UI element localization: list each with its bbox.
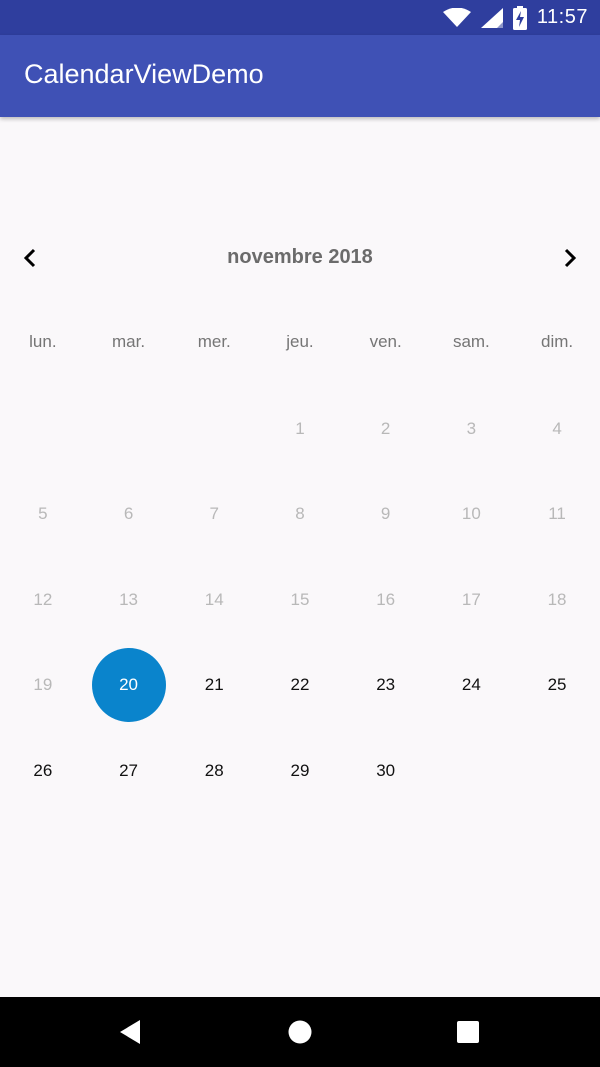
day-cell: 10	[429, 472, 515, 558]
day-number: 7	[209, 504, 219, 524]
day-number: 5	[38, 504, 48, 524]
day-number: 19	[33, 675, 53, 695]
day-number[interactable]: 25	[520, 648, 594, 722]
week-row: 26 27 28 29 30	[0, 728, 600, 814]
day-number: 18	[547, 589, 567, 609]
day-cell: 8	[257, 472, 343, 558]
day-cell: 2	[343, 386, 429, 472]
day-cell: 13	[86, 557, 172, 643]
day-number: 10	[461, 504, 481, 524]
day-cell: 6	[86, 472, 172, 558]
day-number: 14	[204, 589, 224, 609]
home-button[interactable]	[282, 1014, 318, 1050]
weekday-label: mar.	[112, 332, 146, 351]
day-number[interactable]: 22	[263, 648, 337, 722]
day-cell	[86, 386, 172, 472]
day-cell: 14	[171, 557, 257, 643]
back-button[interactable]	[112, 1014, 148, 1050]
day-cell: 26	[0, 728, 86, 814]
day-number: 12	[33, 589, 53, 609]
day-cell: 15	[257, 557, 343, 643]
week-row: 19 20 21 22 23 24 25	[0, 643, 600, 729]
day-number: 15	[290, 589, 310, 609]
signal-icon	[480, 7, 503, 28]
day-cell: 24	[429, 643, 515, 729]
day-cell: 21	[171, 643, 257, 729]
day-cell: 18	[514, 557, 600, 643]
day-cell: 25	[514, 643, 600, 729]
weekday-label: lun.	[29, 332, 57, 351]
recents-icon	[457, 1021, 479, 1043]
day-cell: 12	[0, 557, 86, 643]
day-cell	[0, 386, 86, 472]
day-cell: 17	[429, 557, 515, 643]
day-number: 8	[295, 504, 305, 524]
day-cell: 7	[171, 472, 257, 558]
status-icons: 11:57	[442, 0, 588, 35]
day-number[interactable]: 28	[177, 734, 251, 808]
calendar-grid: 1 2 3 4 5 6 7 8 9 10 11 12 13 14 15 16 17 18 19 20 21 22 23 24 2…	[0, 386, 600, 814]
weekday-label: mer.	[197, 332, 231, 351]
day-number[interactable]: 29	[263, 734, 337, 808]
selected-day[interactable]: 20	[91, 648, 166, 723]
day-number[interactable]: 27	[92, 734, 166, 808]
day-cell: 20	[86, 643, 172, 729]
day-number: 2	[380, 418, 391, 438]
weekday-label: jeu.	[286, 332, 314, 351]
day-number[interactable]: 26	[6, 734, 80, 808]
month-label: novembre 2018	[227, 246, 373, 268]
day-cell: 22	[257, 643, 343, 729]
next-month-button[interactable]	[552, 240, 588, 276]
week-row: 12 13 14 15 16 17 18	[0, 557, 600, 643]
chevron-right-icon	[564, 248, 577, 268]
day-number: 1	[295, 418, 305, 438]
day-number: 3	[466, 418, 477, 438]
day-number[interactable]: 30	[349, 734, 423, 808]
day-number: 11	[548, 504, 566, 524]
day-number: 13	[119, 589, 138, 609]
day-number: 6	[123, 504, 134, 524]
day-number: 9	[380, 504, 391, 524]
day-number[interactable]: 24	[434, 648, 508, 722]
recents-button[interactable]	[450, 1014, 486, 1050]
day-cell: 5	[0, 472, 86, 558]
day-cell: 4	[514, 386, 600, 472]
weekday-label: ven.	[369, 332, 402, 351]
day-cell	[171, 386, 257, 472]
day-cell	[514, 728, 600, 814]
wifi-icon	[442, 7, 471, 27]
system-navigation-bar	[0, 997, 600, 1067]
day-cell: 29	[257, 728, 343, 814]
home-icon	[288, 1020, 312, 1044]
day-cell: 27	[86, 728, 172, 814]
status-time: 11:57	[536, 6, 588, 28]
day-cell: 11	[514, 472, 600, 558]
month-navigation: novembre 2018	[0, 232, 600, 284]
day-number[interactable]: 21	[177, 648, 251, 722]
week-row: 1 2 3 4	[0, 386, 600, 472]
weekday-header: lun. mar. mer. jeu. ven. sam. dim.	[0, 332, 600, 352]
day-number: 4	[552, 418, 562, 438]
status-bar: 11:57	[0, 0, 600, 35]
day-cell: 3	[429, 386, 515, 472]
weekday-label: sam.	[452, 332, 490, 351]
day-cell: 30	[343, 728, 429, 814]
day-cell: 1	[257, 386, 343, 472]
day-cell: 28	[171, 728, 257, 814]
app-bar: CalendarViewDemo	[0, 35, 600, 117]
day-cell: 19	[0, 643, 86, 729]
day-number: 16	[376, 589, 396, 609]
weekday-label: dim.	[541, 332, 574, 351]
day-number[interactable]: 23	[349, 648, 423, 722]
app-title: CalendarViewDemo	[24, 59, 264, 89]
back-icon	[120, 1020, 140, 1044]
day-number: 17	[461, 589, 481, 609]
battery-charging-icon	[512, 5, 527, 30]
day-cell	[429, 728, 515, 814]
day-cell: 23	[343, 643, 429, 729]
day-cell: 16	[343, 557, 429, 643]
day-cell: 9	[343, 472, 429, 558]
week-row: 5 6 7 8 9 10 11	[0, 472, 600, 558]
